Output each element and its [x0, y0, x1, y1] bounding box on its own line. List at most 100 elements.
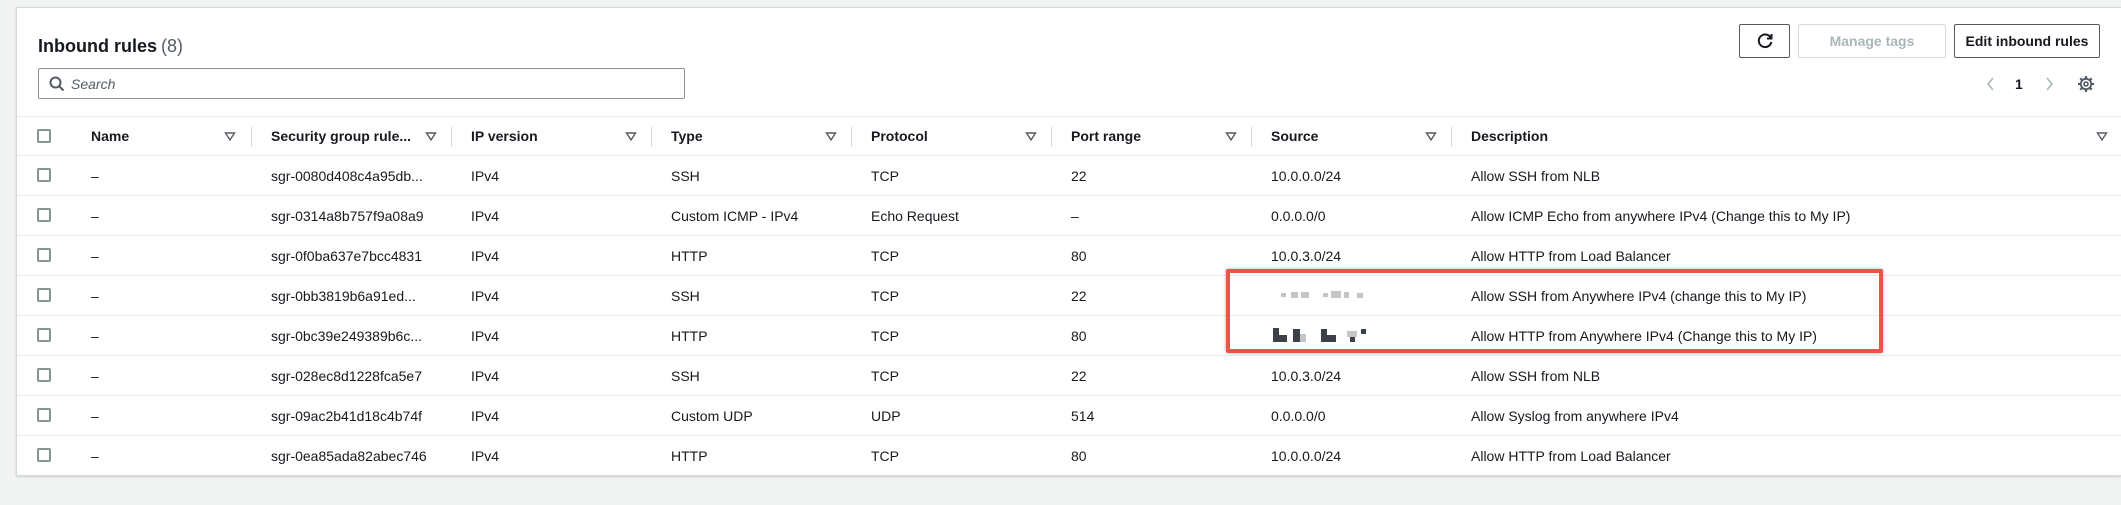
refresh-icon: [1757, 33, 1772, 49]
cell-source: 0.0.0.0/0: [1271, 207, 1326, 224]
cell-rule-id: sgr-0f0ba637e7bcc4831: [271, 247, 423, 264]
sort-caret-icon[interactable]: [625, 131, 637, 143]
annotation-highlight-box: [1226, 269, 1883, 353]
column-header-source[interactable]: Source: [1271, 117, 1391, 155]
cell-port-range: 514: [1071, 407, 1095, 424]
column-header-name[interactable]: Name: [91, 117, 171, 155]
column-divider[interactable]: [651, 127, 652, 147]
cell-protocol: TCP: [871, 448, 899, 464]
cell-protocol: TCP: [871, 167, 899, 184]
cell-name: –: [91, 407, 99, 424]
cell-protocol: TCP: [871, 247, 899, 264]
table-row[interactable]: – sgr-0ea85ada82abec746 IPv4 HTTP TCP 80…: [17, 436, 2121, 476]
rules-count: (8): [161, 36, 183, 56]
cell-rule-id: sgr-0bb3819b6a91ed...: [271, 287, 416, 304]
cell-name: –: [91, 207, 99, 224]
row-checkbox[interactable]: [37, 448, 51, 462]
cell-description: Allow ICMP Echo from anywhere IPv4 (Chan…: [1471, 207, 1851, 224]
refresh-button[interactable]: [1739, 24, 1790, 58]
panel-title-text: Inbound rules: [38, 36, 157, 56]
table-row[interactable]: – sgr-09ac2b41d18c4b74f IPv4 Custom UDP …: [17, 396, 2121, 436]
cell-description: Allow HTTP from Load Balancer: [1471, 448, 1671, 464]
cell-rule-id: sgr-0314a8b757f9a08a9: [271, 207, 424, 224]
table-row[interactable]: – sgr-028ec8d1228fca5e7 IPv4 SSH TCP 22 …: [17, 356, 2121, 396]
table-header: Name Security group rule... IP version T…: [17, 116, 2121, 156]
column-divider[interactable]: [1051, 127, 1052, 147]
row-checkbox[interactable]: [37, 248, 51, 262]
sort-caret-icon[interactable]: [825, 131, 837, 143]
cell-port-range: 80: [1071, 327, 1087, 344]
inbound-rules-panel: Inbound rules (8) Manage tags Edit inboun…: [16, 7, 2121, 476]
cell-description: Allow SSH from NLB: [1471, 367, 1601, 384]
chevron-left-icon: [1986, 77, 1994, 91]
cell-port-range: –: [1071, 207, 1079, 224]
cell-protocol: Echo Request: [871, 207, 959, 224]
cell-ip-version: IPv4: [471, 247, 500, 264]
table-settings-button[interactable]: [2077, 74, 2095, 94]
cell-ip-version: IPv4: [471, 327, 500, 344]
row-checkbox[interactable]: [37, 408, 51, 422]
cell-port-range: 80: [1071, 448, 1087, 464]
cell-name: –: [91, 367, 99, 384]
column-header-ip-version[interactable]: IP version: [471, 117, 591, 155]
cell-source: 10.0.0.0/24: [1271, 167, 1342, 184]
next-page-button[interactable]: [2043, 74, 2055, 94]
table-row[interactable]: – sgr-0314a8b757f9a08a9 IPv4 Custom ICMP…: [17, 196, 2121, 236]
cell-rule-id: sgr-0bc39e249389b6c...: [271, 327, 422, 344]
manage-tags-button[interactable]: Manage tags: [1798, 24, 1946, 58]
cell-description: Allow SSH from NLB: [1471, 167, 1601, 184]
cell-name: –: [91, 167, 99, 184]
cell-ip-version: IPv4: [471, 448, 500, 464]
cell-source: 10.0.0.0/24: [1271, 448, 1342, 464]
column-divider[interactable]: [1451, 127, 1452, 147]
current-page-number[interactable]: 1: [2015, 74, 2023, 94]
cell-rule-id: sgr-0ea85ada82abec746: [271, 448, 427, 464]
cell-ip-version: IPv4: [471, 287, 500, 304]
cell-name: –: [91, 448, 99, 464]
sort-caret-icon[interactable]: [1225, 131, 1237, 143]
row-checkbox[interactable]: [37, 288, 51, 302]
cell-type: SSH: [671, 367, 700, 384]
panel-title: Inbound rules (8): [38, 28, 183, 64]
column-header-rule-id[interactable]: Security group rule...: [271, 117, 431, 155]
column-header-type[interactable]: Type: [671, 117, 791, 155]
row-checkbox[interactable]: [37, 328, 51, 342]
cell-type: Custom ICMP - IPv4: [671, 207, 799, 224]
cell-type: SSH: [671, 167, 700, 184]
column-divider[interactable]: [451, 127, 452, 147]
cell-type: Custom UDP: [671, 407, 753, 424]
table-row[interactable]: – sgr-0080d408c4a95db... IPv4 SSH TCP 22…: [17, 156, 2121, 196]
row-checkbox[interactable]: [37, 168, 51, 182]
sort-caret-icon[interactable]: [1425, 131, 1437, 143]
column-header-description[interactable]: Description: [1471, 117, 1771, 155]
search-icon: [49, 76, 65, 92]
search-box[interactable]: [38, 68, 685, 99]
search-input[interactable]: [71, 70, 671, 97]
row-checkbox[interactable]: [37, 208, 51, 222]
cell-rule-id: sgr-0080d408c4a95db...: [271, 167, 423, 184]
column-divider[interactable]: [251, 127, 252, 147]
row-checkbox[interactable]: [37, 368, 51, 382]
select-all-checkbox[interactable]: [37, 129, 51, 143]
cell-rule-id: sgr-09ac2b41d18c4b74f: [271, 407, 423, 424]
column-header-protocol[interactable]: Protocol: [871, 117, 991, 155]
column-divider[interactable]: [851, 127, 852, 147]
cell-type: HTTP: [671, 247, 708, 264]
cell-ip-version: IPv4: [471, 207, 500, 224]
column-header-port-range[interactable]: Port range: [1071, 117, 1191, 155]
cell-protocol: TCP: [871, 327, 899, 344]
cell-port-range: 22: [1071, 287, 1087, 304]
sort-caret-icon[interactable]: [224, 131, 236, 143]
prev-page-button[interactable]: [1985, 74, 1997, 94]
sort-caret-icon[interactable]: [2096, 131, 2108, 143]
gear-icon: [2078, 76, 2094, 92]
cell-name: –: [91, 327, 99, 344]
cell-type: SSH: [671, 287, 700, 304]
edit-inbound-rules-button[interactable]: Edit inbound rules: [1954, 24, 2100, 58]
column-divider[interactable]: [1251, 127, 1252, 147]
cell-name: –: [91, 287, 99, 304]
cell-ip-version: IPv4: [471, 167, 500, 184]
sort-caret-icon[interactable]: [1025, 131, 1037, 143]
cell-type: HTTP: [671, 448, 708, 464]
sort-caret-icon[interactable]: [425, 131, 437, 143]
